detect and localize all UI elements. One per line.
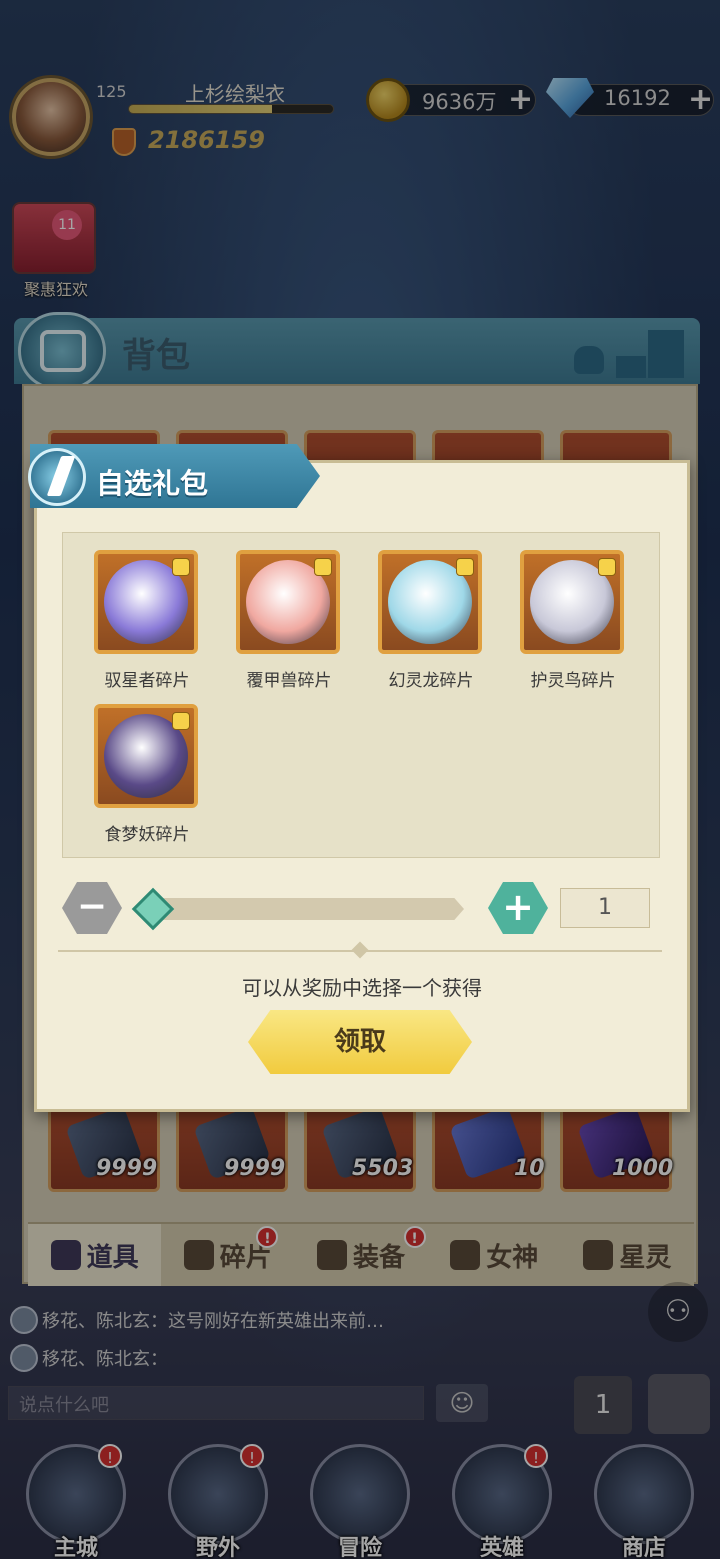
- reward-card[interactable]: 食梦妖碎片: [94, 704, 200, 845]
- quantity-input[interactable]: 1: [560, 888, 650, 928]
- reward-label: 覆甲兽碎片: [246, 671, 332, 691]
- reward-label: 护灵鸟碎片: [530, 671, 616, 691]
- reward-label: 驭星者碎片: [104, 671, 190, 691]
- increase-button[interactable]: +: [488, 882, 548, 934]
- reward-label: 食梦妖碎片: [104, 825, 190, 845]
- quantity-slider[interactable]: [142, 898, 464, 920]
- quantity-selector: − + 1: [62, 880, 660, 940]
- reward-card[interactable]: 驭星者碎片: [94, 550, 200, 691]
- reward-frame: [520, 550, 624, 654]
- reward-card[interactable]: 覆甲兽碎片: [236, 550, 342, 691]
- selection-hint: 可以从奖励中选择一个获得: [242, 976, 482, 1000]
- slider-knob[interactable]: [131, 887, 175, 931]
- puzzle-piece-icon: [172, 712, 190, 730]
- reward-card[interactable]: 护灵鸟碎片: [520, 550, 626, 691]
- puzzle-piece-icon: [456, 558, 474, 576]
- dialog-title: 自选礼包: [96, 467, 209, 500]
- reward-frame: [378, 550, 482, 654]
- reward-label: 幻灵龙碎片: [388, 671, 474, 691]
- reward-frame: [94, 550, 198, 654]
- reward-frame: [94, 704, 198, 808]
- puzzle-piece-icon: [598, 558, 616, 576]
- puzzle-piece-icon: [172, 558, 190, 576]
- reward-frame: [236, 550, 340, 654]
- claim-button[interactable]: 领取: [248, 1010, 472, 1074]
- reward-card[interactable]: 幻灵龙碎片: [378, 550, 484, 691]
- decrease-button[interactable]: −: [62, 882, 122, 934]
- puzzle-piece-icon: [314, 558, 332, 576]
